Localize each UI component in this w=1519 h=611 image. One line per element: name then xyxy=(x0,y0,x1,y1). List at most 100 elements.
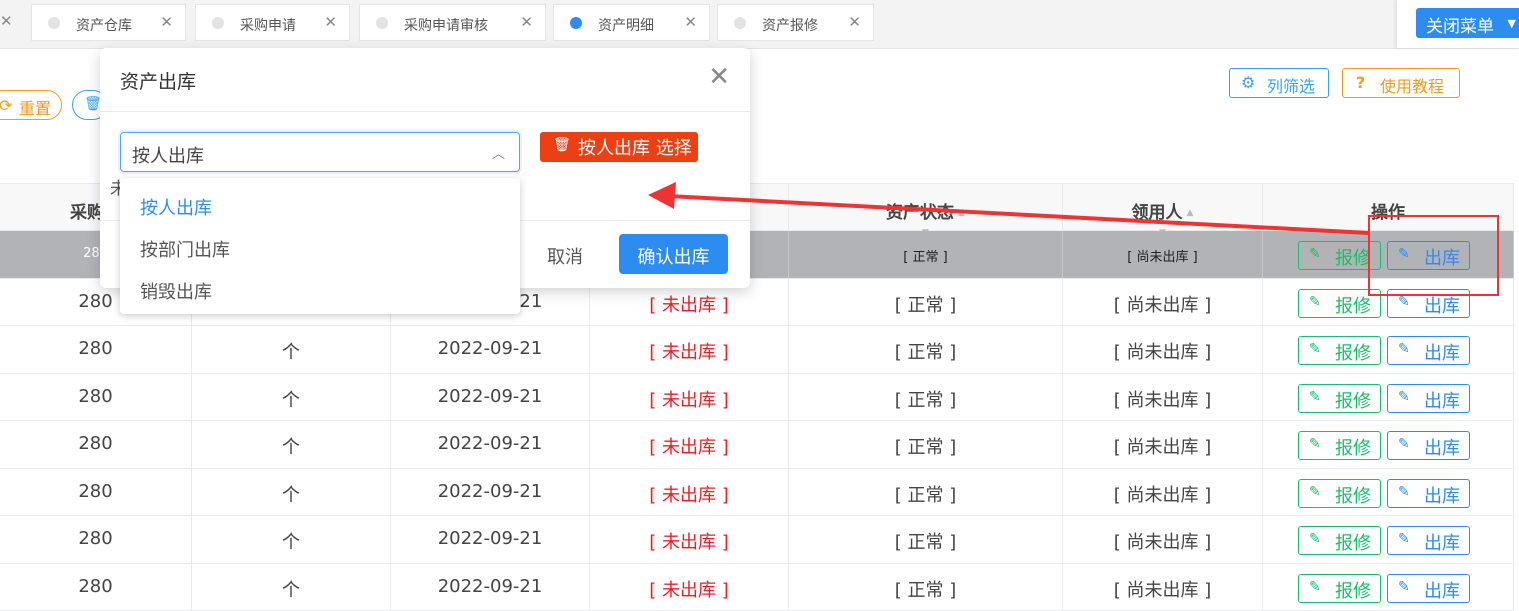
cell-user: [ 尚未出库 ] xyxy=(1063,469,1263,516)
tab-asset-warehouse[interactable]: 资产仓库 ✕ xyxy=(31,4,186,41)
close-icon[interactable]: ✕ xyxy=(0,12,13,30)
edit-icon: ✎ xyxy=(1309,294,1321,310)
outbound-button[interactable]: ✎ 出库 xyxy=(1387,526,1470,555)
cell-unit: 个 xyxy=(192,326,391,373)
outbound-button[interactable]: ✎ 出库 xyxy=(1387,384,1470,413)
table-row[interactable]: 280 个 2022-09-21 [ 未出库 ] [ 正常 ] [ 尚未出库 ]… xyxy=(0,516,1514,564)
cell-status: [ 正常 ] xyxy=(789,469,1063,516)
confirm-outbound-button[interactable]: 确认出库 xyxy=(619,234,728,274)
tab-asset-repair[interactable]: 资产报修 ✕ xyxy=(717,4,874,41)
outbound-button[interactable]: ✎ 出库 xyxy=(1387,241,1470,270)
repair-button[interactable]: ✎ 报修 xyxy=(1298,574,1381,603)
table-row[interactable]: 280 个 2022-09-21 [ 未出库 ] [ 正常 ] [ 尚未出库 ]… xyxy=(0,469,1514,517)
modal-title: 资产出库 xyxy=(120,67,196,94)
divider xyxy=(100,111,750,112)
cell-status: [ 正常 ] xyxy=(789,564,1063,611)
cell-date: 2022-09-21 xyxy=(391,326,590,373)
repair-button[interactable]: ✎ 报修 xyxy=(1298,336,1381,365)
option-by-department[interactable]: 按部门出库 xyxy=(140,236,230,262)
tab-purchase-request[interactable]: 采购申请 ✕ xyxy=(195,4,350,41)
repair-button[interactable]: ✎ 报修 xyxy=(1298,384,1381,413)
cell-date: 2022-09-21 xyxy=(391,374,590,421)
cell-stock-status: [ 未出库 ] xyxy=(590,421,789,468)
cell-status: [ 正常 ] xyxy=(789,374,1063,421)
close-icon[interactable]: ✕ xyxy=(520,13,533,31)
table-row[interactable]: 280 个 2022-09-21 [ 未出库 ] [ 正常 ] [ 尚未出库 ]… xyxy=(0,564,1514,611)
cell-date: 2022-09-21 xyxy=(391,421,590,468)
cell-date: 2022-09-21 xyxy=(391,516,590,563)
cell-price: 280 xyxy=(0,564,192,611)
repair-button[interactable]: ✎ 报修 xyxy=(1298,479,1381,508)
outbound-button[interactable]: ✎ 出库 xyxy=(1387,479,1470,508)
cell-stock-status: [ 未出库 ] xyxy=(590,326,789,373)
cell-user: [ 尚未出库 ] xyxy=(1063,279,1263,326)
status-dot-icon xyxy=(570,17,582,29)
edit-icon: ✎ xyxy=(1398,484,1410,500)
outbound-button[interactable]: ✎ 出库 xyxy=(1387,336,1470,365)
reset-button[interactable]: ⟳ 重置 xyxy=(0,90,62,120)
repair-button[interactable]: ✎ 报修 xyxy=(1298,289,1381,318)
close-icon[interactable]: ✕ xyxy=(324,13,337,31)
outbound-button[interactable]: ✎ 出库 xyxy=(1387,574,1470,603)
table-row[interactable]: 280 个 2022-09-21 [ 未出库 ] [ 正常 ] [ 尚未出库 ]… xyxy=(0,326,1514,374)
repair-button[interactable]: ✎ 报修 xyxy=(1298,241,1381,270)
edit-icon: ✎ xyxy=(1398,294,1410,310)
trash-icon: 🗑 xyxy=(553,137,571,153)
column-header-user[interactable]: 领用人▲▼ xyxy=(1063,184,1263,231)
column-header-actions: 操作 xyxy=(1263,184,1514,231)
close-menu-area: 关闭菜单 ▼ xyxy=(1397,0,1519,48)
cell-status: [ 正常 ] xyxy=(789,516,1063,563)
edit-icon: ✎ xyxy=(1309,246,1321,262)
cell-user: [ 尚未出库 ] xyxy=(1063,231,1263,278)
edit-icon: ✎ xyxy=(1398,246,1410,262)
cell-user: [ 尚未出库 ] xyxy=(1063,326,1263,373)
tab-bar: ✕ 资产仓库 ✕ 采购申请 ✕ 采购申请审核 ✕ 资产明细 ✕ 资产报修 ✕ 关… xyxy=(0,0,1519,49)
outbound-type-dropdown: 按人出库 按部门出库 销毁出库 xyxy=(120,178,520,314)
tutorial-button[interactable]: ? 使用教程 xyxy=(1342,68,1460,98)
outbound-button[interactable]: ✎ 出库 xyxy=(1387,289,1470,318)
cancel-button[interactable]: 取消 xyxy=(524,234,606,274)
option-destroy[interactable]: 销毁出库 xyxy=(140,278,212,304)
close-icon[interactable]: ✕ xyxy=(684,13,697,31)
cell-user: [ 尚未出库 ] xyxy=(1063,374,1263,421)
tab-purchase-review[interactable]: 采购申请审核 ✕ xyxy=(359,4,546,41)
choose-person-button[interactable]: 🗑 按人出库 选择 xyxy=(540,132,698,162)
status-dot-icon xyxy=(48,17,60,29)
close-menu-button[interactable]: 关闭菜单 ▼ xyxy=(1416,8,1519,38)
cell-unit: 个 xyxy=(192,374,391,421)
cell-stock-status: [ 未出库 ] xyxy=(590,564,789,611)
repair-button[interactable]: ✎ 报修 xyxy=(1298,526,1381,555)
column-filter-button[interactable]: ⚙ 列筛选 xyxy=(1229,68,1329,98)
cell-date: 2022-09-21 xyxy=(391,469,590,516)
cell-status: [ 正常 ] xyxy=(789,231,1063,278)
caret-down-icon: ▼ xyxy=(1508,17,1516,30)
option-by-person[interactable]: 按人出库 xyxy=(140,194,212,220)
cell-stock-status: [ 未出库 ] xyxy=(590,516,789,563)
table-row[interactable]: 280 个 2022-09-21 [ 未出库 ] [ 正常 ] [ 尚未出库 ]… xyxy=(0,421,1514,469)
cell-unit: 个 xyxy=(192,516,391,563)
edit-icon: ✎ xyxy=(1309,531,1321,547)
table-row[interactable]: 280 个 2022-09-21 [ 未出库 ] [ 正常 ] [ 尚未出库 ]… xyxy=(0,374,1514,422)
cell-date: 2022-09-21 xyxy=(391,564,590,611)
column-header-status[interactable]: 资产状态▲▼ xyxy=(789,184,1063,231)
cell-status: [ 正常 ] xyxy=(789,421,1063,468)
status-dot-icon xyxy=(376,17,388,29)
status-dot-icon xyxy=(212,17,224,29)
edit-icon: ✎ xyxy=(1309,389,1321,405)
cell-user: [ 尚未出库 ] xyxy=(1063,516,1263,563)
close-icon[interactable]: ✕ xyxy=(160,13,173,31)
close-icon[interactable]: ✕ xyxy=(708,62,730,92)
outbound-button[interactable]: ✎ 出库 xyxy=(1387,431,1470,460)
edit-icon: ✎ xyxy=(1398,389,1410,405)
edit-icon: ✎ xyxy=(1398,531,1410,547)
cell-status: [ 正常 ] xyxy=(789,326,1063,373)
tab-asset-detail[interactable]: 资产明细 ✕ xyxy=(553,4,710,41)
cell-stock-status: [ 未出库 ] xyxy=(590,469,789,516)
cell-stock-status: [ 未出库 ] xyxy=(590,374,789,421)
edit-icon: ✎ xyxy=(1398,436,1410,452)
cell-unit: 个 xyxy=(192,564,391,611)
repair-button[interactable]: ✎ 报修 xyxy=(1298,431,1381,460)
outbound-type-select[interactable]: 按人出库 ︿ xyxy=(120,132,520,172)
edit-icon: ✎ xyxy=(1309,579,1321,595)
close-icon[interactable]: ✕ xyxy=(848,13,861,31)
